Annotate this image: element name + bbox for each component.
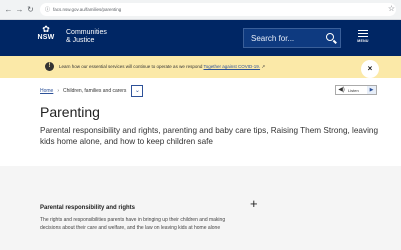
agency-line-2: & Justice	[66, 37, 95, 44]
plus-icon[interactable]: +	[250, 197, 258, 210]
alert-text: Learn how our essential services will co…	[59, 64, 265, 70]
hamburger-icon	[358, 30, 368, 37]
agency-line-1: Communities	[66, 29, 107, 36]
lock-icon: ⓘ	[45, 7, 51, 13]
forward-icon[interactable]: →	[14, 3, 25, 17]
external-link-icon: ↗	[261, 64, 266, 69]
url-text: facs.nsw.gov.au/families/parenting	[53, 7, 122, 12]
accordion-description: The rights and responsibilities parents …	[40, 217, 226, 231]
alert-message: Learn how our essential services will co…	[59, 64, 203, 69]
alert-banner: ! Learn how our essential services will …	[0, 56, 401, 78]
address-bar[interactable]: ⓘ facs.nsw.gov.au/families/parenting	[40, 3, 396, 16]
logo-text: NSW	[37, 34, 55, 41]
browser-toolbar: ← → ↻ ⓘ facs.nsw.gov.au/families/parenti…	[0, 0, 401, 20]
page-title: Parenting	[40, 104, 100, 120]
breadcrumb-home[interactable]: Home	[40, 88, 53, 94]
chevron-down-icon[interactable]: ⌄	[131, 85, 144, 97]
nsw-logo[interactable]: ✿ NSW	[37, 25, 55, 50]
chevron-right-icon: ›	[57, 88, 60, 94]
listen-button[interactable]: ◀) Listen ▶	[335, 85, 377, 95]
accordion-title[interactable]: Parental responsibility and rights	[40, 205, 135, 211]
menu-button[interactable]: MENU	[351, 28, 375, 48]
back-icon[interactable]: ←	[3, 3, 14, 17]
breadcrumb-current: Children, families and carers	[63, 88, 127, 94]
breadcrumb: Home › Children, families and carers ⌄	[40, 85, 144, 97]
close-icon[interactable]: ×	[361, 60, 379, 78]
listen-label: Listen	[348, 87, 359, 93]
star-icon[interactable]: ☆	[388, 4, 395, 13]
reload-icon[interactable]: ↻	[25, 3, 36, 17]
agency-name[interactable]: Communities & Justice	[66, 29, 107, 45]
page-intro: Parental responsibility and rights, pare…	[40, 126, 379, 146]
search-input[interactable]: Search for...	[243, 28, 341, 48]
warning-icon: !	[45, 62, 54, 71]
alert-link[interactable]: Together against COVID-19.	[204, 64, 261, 69]
waratah-icon: ✿	[42, 24, 50, 34]
play-icon[interactable]: ▶	[367, 86, 376, 94]
search-icon[interactable]	[326, 33, 334, 41]
speaker-icon: ◀)	[338, 87, 345, 93]
search-placeholder: Search for...	[251, 33, 295, 43]
site-header: ✿ NSW Communities & Justice Search for..…	[0, 20, 401, 56]
menu-label: MENU	[357, 39, 369, 43]
